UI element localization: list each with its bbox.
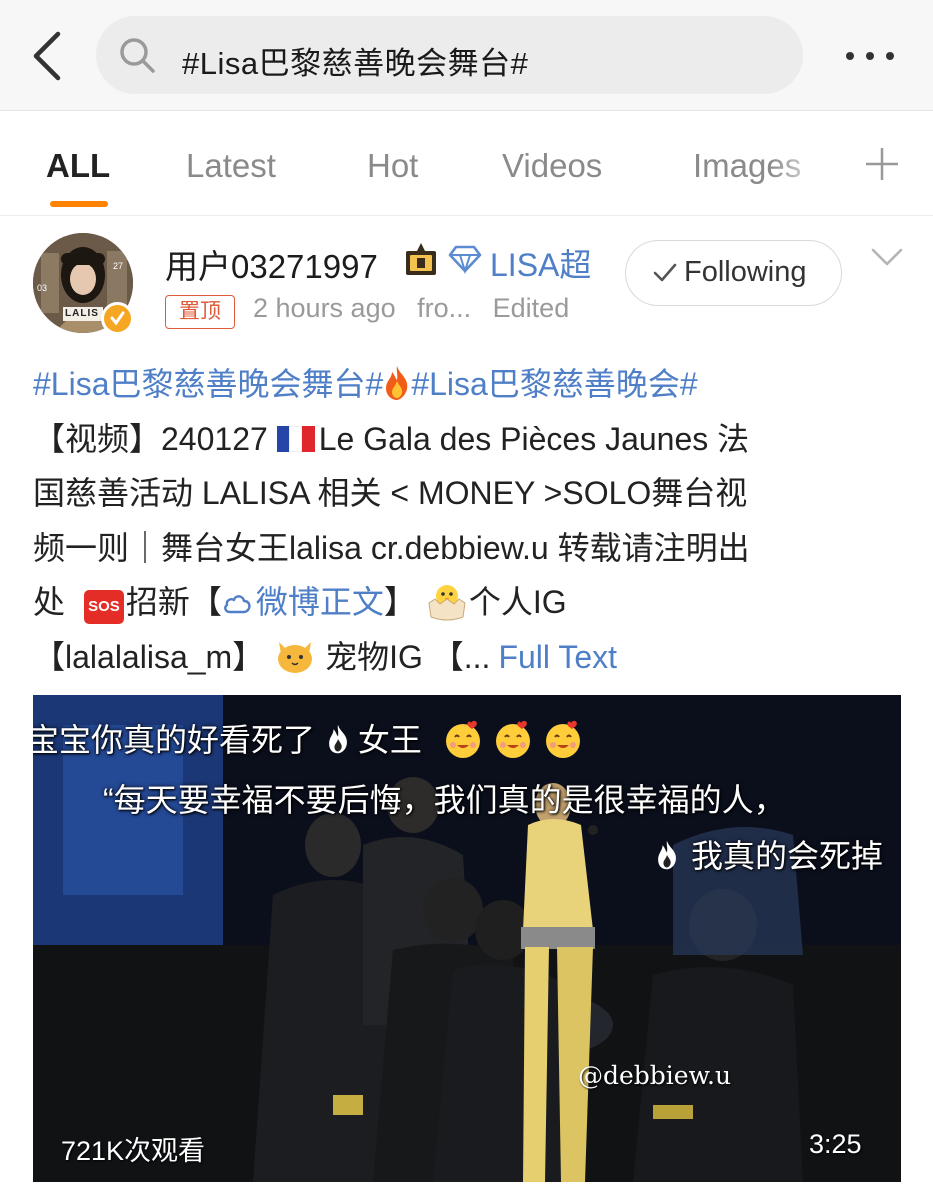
post-text-segment: Le Gala des Pièces Jaunes 法	[318, 420, 750, 457]
post-text-segment: 个人IG	[468, 584, 567, 620]
svg-text:03: 03	[37, 283, 47, 293]
tab-all[interactable]: ALL	[46, 147, 110, 185]
flag-fr-icon	[276, 414, 315, 452]
top-bar: #Lisa巴黎慈善晚会舞台#	[0, 0, 933, 111]
danmaku-text: 宝宝你真的好看死了	[33, 722, 324, 758]
crown-icon[interactable]	[404, 243, 438, 277]
topic-link-1[interactable]: #Lisa巴黎慈善晚会舞台#	[33, 366, 383, 402]
post-text-segment: 处	[33, 584, 74, 620]
video-watermark: @debbiew.u	[578, 1061, 732, 1090]
verified-check-icon	[110, 311, 125, 326]
search-input[interactable]: #Lisa巴黎慈善晚会舞台#	[182, 38, 528, 83]
tab-bar: ALL Latest Hot Videos Images	[0, 111, 933, 216]
video-player[interactable]: 宝宝你真的好看死了 女王 “每天要幸福不要后悔，我们真的是很幸福的人， 我真的会…	[33, 695, 901, 1182]
post-text-segment: 招新【	[125, 584, 222, 620]
sos-icon: SOS	[83, 590, 124, 624]
danmaku-comment-2: “每天要幸福不要后悔，我们真的是很幸福的人，	[103, 782, 786, 818]
following-label: Following	[684, 256, 807, 288]
view-count: 721K次观看	[61, 1136, 206, 1166]
svg-text:27: 27	[113, 261, 123, 271]
weibo-article-link-label: 微博正文	[255, 584, 384, 620]
fire-outline-icon	[329, 724, 347, 754]
danmaku-text: 女王	[357, 722, 422, 758]
chick-icon	[428, 585, 466, 621]
post-line-3: 国慈善活动 LALISA 相关 < MONEY >SOLO舞台视	[33, 475, 748, 511]
active-tab-indicator	[50, 201, 108, 207]
fire-icon	[386, 366, 408, 400]
post-time: 2 hours ago	[253, 293, 396, 323]
post-line-1: #Lisa巴黎慈善晚会舞台# #Lisa巴黎慈善晚会#	[33, 357, 913, 412]
danmaku-comment-3: 我真的会死掉	[653, 831, 883, 877]
following-button[interactable]: Following	[625, 240, 842, 306]
plus-icon[interactable]	[864, 146, 900, 182]
post-text-segment: 【lalalalisa_m】	[33, 638, 274, 675]
fire-outline-icon	[658, 840, 676, 870]
post-text: #Lisa巴黎慈善晚会舞台# #Lisa巴黎慈善晚会# 【视频】240127 L…	[33, 357, 913, 684]
post-text-segment: 宠物IG 【...	[325, 638, 491, 675]
topic-link-2[interactable]: #Lisa巴黎慈善晚会#	[411, 366, 697, 402]
back-icon	[33, 31, 61, 81]
heart-face-emoji-icon	[445, 720, 480, 758]
tab-hot[interactable]: Hot	[367, 147, 418, 185]
video-frame	[33, 695, 901, 1182]
avatar-text: LALIS	[65, 308, 99, 319]
search-icon	[120, 38, 155, 73]
video-duration: 3:25	[809, 1129, 862, 1159]
cloud-icon	[224, 595, 251, 614]
post-line-5: 处 SOS 招新【 微博正文】 个人IG	[33, 575, 913, 630]
tab-fade	[770, 141, 830, 191]
danmaku-text: 我真的会死掉	[691, 838, 884, 874]
heart-face-emoji-icon	[495, 720, 530, 758]
fanclub-label[interactable]: LISA超	[490, 240, 591, 286]
diamond-icon[interactable]	[448, 244, 482, 274]
tab-latest[interactable]: Latest	[186, 147, 276, 185]
verified-badge	[101, 302, 134, 335]
back-button[interactable]	[22, 28, 72, 84]
chevron-down-icon[interactable]	[870, 246, 904, 268]
tab-videos[interactable]: Videos	[502, 147, 602, 185]
post-line-6: 【lalalalisa_m】 宠物IG 【... Full Text	[33, 630, 913, 685]
post-line-2: 【视频】240127 Le Gala des Pièces Jaunes 法	[33, 412, 913, 467]
edited-label[interactable]: Edited	[493, 293, 570, 323]
full-text-link[interactable]: Full Text	[498, 639, 617, 675]
search-box[interactable]: #Lisa巴黎慈善晚会舞台#	[96, 16, 803, 94]
heart-face-emoji-icon	[545, 720, 580, 758]
post-text-segment: 】	[383, 584, 425, 620]
username[interactable]: 用户03271997	[165, 240, 378, 288]
danmaku-comment-1: 宝宝你真的好看死了 女王	[33, 715, 585, 761]
post-source[interactable]: fro...	[417, 293, 471, 323]
post-text-segment: 【视频】240127	[33, 420, 277, 457]
more-button[interactable]	[840, 40, 900, 70]
check-icon	[653, 263, 677, 282]
post-meta: 2 hours ago fro... Edited	[253, 293, 569, 324]
pinned-badge: 置顶	[165, 295, 235, 329]
cat-icon	[278, 641, 313, 673]
post-line-4: 频一则｜舞台女王lalisa cr.debbiew.u 转载请注明出	[33, 529, 750, 566]
weibo-article-link[interactable]: 微博正文	[222, 584, 384, 620]
